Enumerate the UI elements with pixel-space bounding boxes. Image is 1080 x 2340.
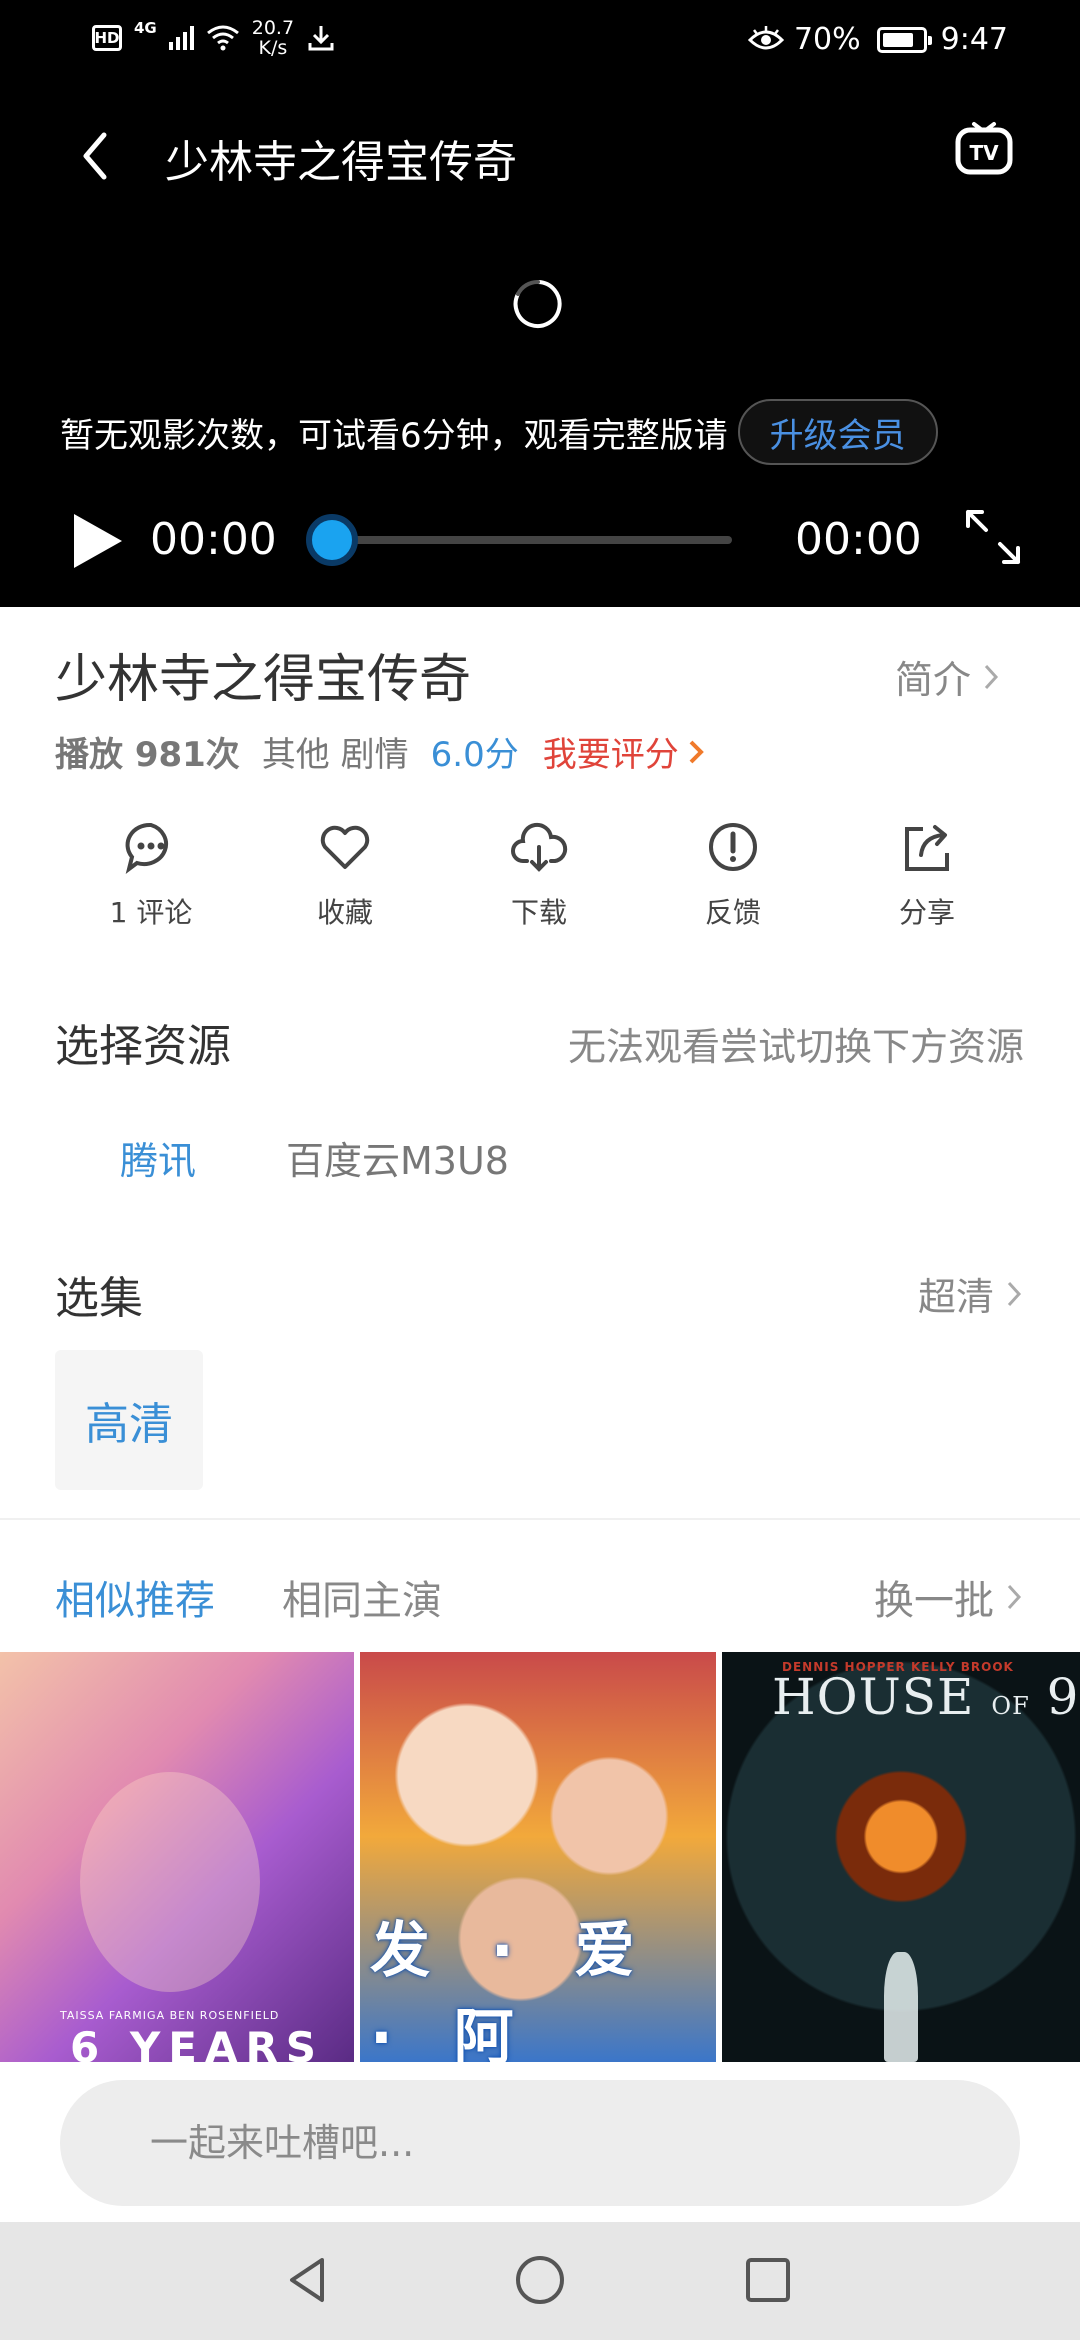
favorite-label: 收藏 (316, 896, 373, 929)
comment-input[interactable] (60, 2080, 1020, 2206)
action-bar: 1 评论 收藏 下载 反馈 分享 (0, 817, 1080, 937)
net-speed-value: 20.7 (251, 17, 295, 39)
poster-card[interactable]: DENNIS HOPPER KELLY BROOK HOUSE OF 9 (722, 1652, 1080, 2062)
refresh-button[interactable]: 换一批 (874, 1568, 1024, 1626)
eye-comfort-icon (747, 25, 784, 49)
player-title: 少林寺之得宝传奇 (165, 137, 517, 188)
video-player[interactable]: HD 4G 20.7 K/s 70% 9:47 少林寺之得宝传奇 TV 暂无观影… (0, 0, 1080, 607)
poster-title: HOUSE OF 9 (772, 1668, 1079, 1726)
recommend-tabs: 相似推荐 相同主演 换一批 (0, 1560, 1080, 1630)
episode-title: 选集 (55, 1273, 143, 1324)
tab-same-cast[interactable]: 相同主演 (282, 1568, 442, 1626)
heart-icon (320, 825, 370, 869)
tab-similar[interactable]: 相似推荐 (55, 1568, 215, 1626)
share-button[interactable]: 分享 (852, 817, 1002, 931)
poster-title-num: 9 (1046, 1668, 1080, 1726)
progress-knob[interactable] (306, 514, 358, 566)
cloud-download-icon (511, 822, 568, 872)
divider (0, 1518, 1080, 1520)
chevron-right-icon (1007, 1584, 1022, 1610)
battery-percent: 70% (793, 22, 861, 57)
net-speed: 20.7 K/s (252, 18, 294, 58)
wifi-icon (206, 25, 239, 51)
player-titlebar: 少林寺之得宝传奇 TV (0, 110, 1080, 200)
intro-label: 简介 (895, 658, 972, 702)
rate-label: 我要评分 (542, 735, 679, 775)
nav-recents-icon[interactable] (740, 2252, 796, 2308)
genre: 其他 剧情 (261, 735, 409, 775)
poster-art (80, 1772, 260, 1992)
nav-back-icon[interactable] (280, 2252, 336, 2308)
chevron-right-icon (1007, 1281, 1022, 1306)
chevron-right-icon (984, 664, 999, 689)
network-type: 4G (134, 19, 157, 37)
chevron-left-icon (83, 132, 107, 180)
total-time: 00:00 (795, 514, 922, 565)
poster-card[interactable]: TAISSA FARMIGA BEN ROSENFIELD 6 YEARS (0, 1652, 354, 2062)
quality-selector[interactable]: 超清 (918, 1266, 1024, 1321)
refresh-label: 换一批 (874, 1578, 994, 1624)
svg-text:TV: TV (969, 141, 999, 165)
system-nav-bar (0, 2222, 1080, 2340)
favorite-button[interactable]: 收藏 (270, 817, 420, 931)
download-status-icon (308, 26, 334, 51)
poster-card[interactable]: 发 · 爱 · 阿 (360, 1652, 716, 2062)
fullscreen-icon[interactable] (962, 506, 1024, 568)
poster-title: 发 · 爱 · 阿 (370, 1916, 655, 2062)
loading-spinner-icon (513, 279, 562, 328)
movie-meta: 播放 981次 其他 剧情 6.0分 我要评分 (55, 727, 705, 776)
poster-art (884, 1952, 918, 2062)
progress-bar[interactable] (332, 536, 732, 544)
signal-icon (168, 26, 194, 50)
play-count: 播放 981次 (55, 735, 240, 775)
feedback-icon (709, 823, 757, 871)
download-button[interactable]: 下载 (464, 817, 614, 931)
episode-chip[interactable]: 高清 (55, 1350, 203, 1490)
score: 6.0分 (430, 735, 519, 775)
poster-title-small: OF (991, 1692, 1030, 1720)
battery-icon (876, 26, 932, 53)
share-label: 分享 (898, 896, 955, 929)
status-left: HD 4G 20.7 K/s (92, 18, 336, 58)
source-list: 腾讯 百度云M3U8 (0, 1120, 1080, 1200)
poster-title: 6 YEARS (70, 2023, 325, 2062)
comment-button[interactable]: 1 评论 (76, 817, 226, 931)
download-label: 下载 (510, 896, 567, 929)
poster-row: TAISSA FARMIGA BEN ROSENFIELD 6 YEARS 发 … (0, 1652, 1080, 2062)
movie-title: 少林寺之得宝传奇 (55, 650, 472, 710)
trial-text: 暂无观影次数，可试看6分钟，观看完整版请 (60, 415, 728, 456)
nav-home-icon[interactable] (512, 2252, 568, 2308)
upgrade-vip-button[interactable]: 升级会员 (737, 399, 938, 465)
status-right: 70% 9:47 (747, 22, 1008, 57)
play-icon[interactable] (68, 510, 126, 572)
clock: 9:47 (940, 22, 1008, 57)
net-speed-unit: K/s (258, 37, 288, 59)
source-title: 选择资源 (55, 1021, 231, 1072)
status-bar: HD 4G 20.7 K/s 70% 9:47 (0, 0, 1080, 90)
share-icon (905, 825, 949, 871)
tv-cast-icon[interactable]: TV (952, 120, 1016, 184)
source-hint: 无法观看尝试切换下方资源 (567, 1025, 1024, 1069)
rate-button[interactable]: 我要评分 (543, 727, 705, 776)
feedback-button[interactable]: 反馈 (658, 817, 808, 931)
chevron-right-icon (689, 740, 704, 763)
source-tencent[interactable]: 腾讯 (120, 1130, 196, 1185)
current-time: 00:00 (150, 514, 277, 565)
comment-label: 1 评论 (109, 896, 193, 929)
quality-label: 超清 (917, 1275, 994, 1319)
hd-icon: HD (92, 25, 122, 51)
feedback-label: 反馈 (704, 896, 761, 929)
comment-bar (0, 2062, 1080, 2222)
intro-link[interactable]: 简介 (895, 649, 1001, 704)
back-button[interactable] (70, 128, 120, 184)
poster-caption: TAISSA FARMIGA BEN ROSENFIELD (60, 2009, 280, 2022)
player-controls: 00:00 00:00 (0, 500, 1080, 580)
comment-icon (125, 822, 169, 874)
trial-notice: 暂无观影次数，可试看6分钟，观看完整版请 升级会员 (60, 398, 938, 466)
poster-title-main: HOUSE (772, 1668, 975, 1726)
source-baidu-m3u8[interactable]: 百度云M3U8 (286, 1130, 509, 1185)
